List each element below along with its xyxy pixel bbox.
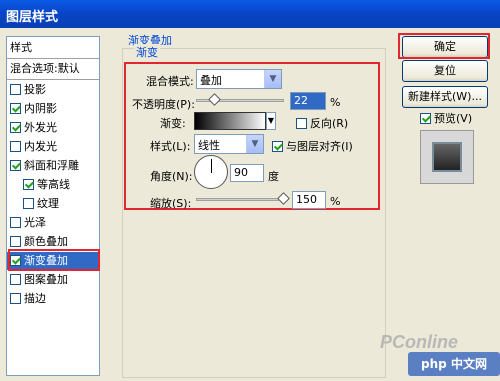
checkbox[interactable] [10, 84, 21, 95]
checkbox[interactable] [10, 160, 21, 171]
checkbox[interactable] [10, 122, 21, 133]
style-item-pattern-overlay[interactable]: 图案叠加 [7, 271, 99, 289]
checkbox[interactable] [10, 217, 21, 228]
scale-slider[interactable] [196, 198, 288, 201]
opacity-label: 不透明度(P): [132, 98, 195, 111]
checkbox[interactable] [296, 118, 307, 129]
scale-input[interactable]: 150 [292, 191, 326, 209]
reset-button[interactable]: 复位 [402, 60, 488, 82]
blend-options-item[interactable]: 混合选项:默认 [7, 60, 99, 78]
style-item-satin[interactable]: 光泽 [7, 214, 99, 232]
style-item-bevel-emboss[interactable]: 斜面和浮雕 [7, 157, 99, 175]
new-style-button[interactable]: 新建样式(W)... [402, 86, 488, 108]
style-item-outer-glow[interactable]: 外发光 [7, 119, 99, 137]
style-label: 样式(L): [150, 140, 191, 153]
opacity-input[interactable]: 22 [290, 92, 326, 110]
highlight-box [398, 33, 490, 59]
blend-mode-select[interactable]: 叠加 ▼ [196, 69, 282, 89]
checkbox[interactable] [420, 113, 431, 124]
style-item-inner-shadow[interactable]: 内阴影 [7, 100, 99, 118]
window-title: 图层样式 [0, 0, 500, 28]
divider [7, 79, 99, 80]
gradient-label: 渐变: [160, 117, 186, 130]
blend-mode-label: 混合模式: [146, 75, 194, 88]
style-list-header: 样式 [10, 41, 32, 54]
angle-unit: 度 [268, 170, 279, 183]
angle-dial[interactable] [194, 155, 228, 189]
chevron-down-icon[interactable]: ▼ [266, 112, 276, 130]
style-item-drop-shadow[interactable]: 投影 [7, 81, 99, 99]
group-legend: 渐变 [134, 44, 160, 60]
checkbox[interactable] [10, 103, 21, 114]
highlight-box [8, 249, 100, 271]
reverse-checkbox[interactable]: 反向(R) [296, 115, 348, 131]
gradient-swatch[interactable] [194, 112, 266, 130]
preview-swatch [432, 142, 462, 172]
checkbox[interactable] [10, 293, 21, 304]
style-list: 样式 混合选项:默认 投影 内阴影 外发光 内发光 斜面和浮雕 等高线 纹理 光… [6, 36, 100, 376]
checkbox[interactable] [10, 274, 21, 285]
style-select[interactable]: 线性 ▼ [194, 134, 264, 154]
scale-label: 缩放(S): [150, 197, 192, 210]
angle-label: 角度(N): [150, 170, 193, 183]
checkbox[interactable] [10, 141, 21, 152]
divider [7, 58, 99, 59]
watermark-badge: php 中文网 [408, 352, 500, 376]
chevron-down-icon: ▼ [246, 135, 263, 153]
style-item-stroke[interactable]: 描边 [7, 290, 99, 308]
preview-thumbnail [420, 130, 474, 184]
align-checkbox[interactable]: 与图层对齐(I) [272, 138, 353, 154]
checkbox[interactable] [272, 141, 283, 152]
checkbox[interactable] [10, 236, 21, 247]
style-item-texture[interactable]: 纹理 [7, 195, 99, 213]
angle-input[interactable]: 90 [230, 164, 264, 182]
style-item-contour[interactable]: 等高线 [7, 176, 99, 194]
scale-unit: % [330, 195, 341, 208]
preview-checkbox[interactable]: 预览(V) [420, 110, 472, 126]
checkbox[interactable] [23, 179, 34, 190]
checkbox[interactable] [23, 198, 34, 209]
style-item-inner-glow[interactable]: 内发光 [7, 138, 99, 156]
angle-dial-hand [211, 159, 212, 173]
watermark-logo: PConline [380, 332, 459, 352]
opacity-unit: % [330, 96, 341, 109]
chevron-down-icon: ▼ [264, 70, 281, 88]
